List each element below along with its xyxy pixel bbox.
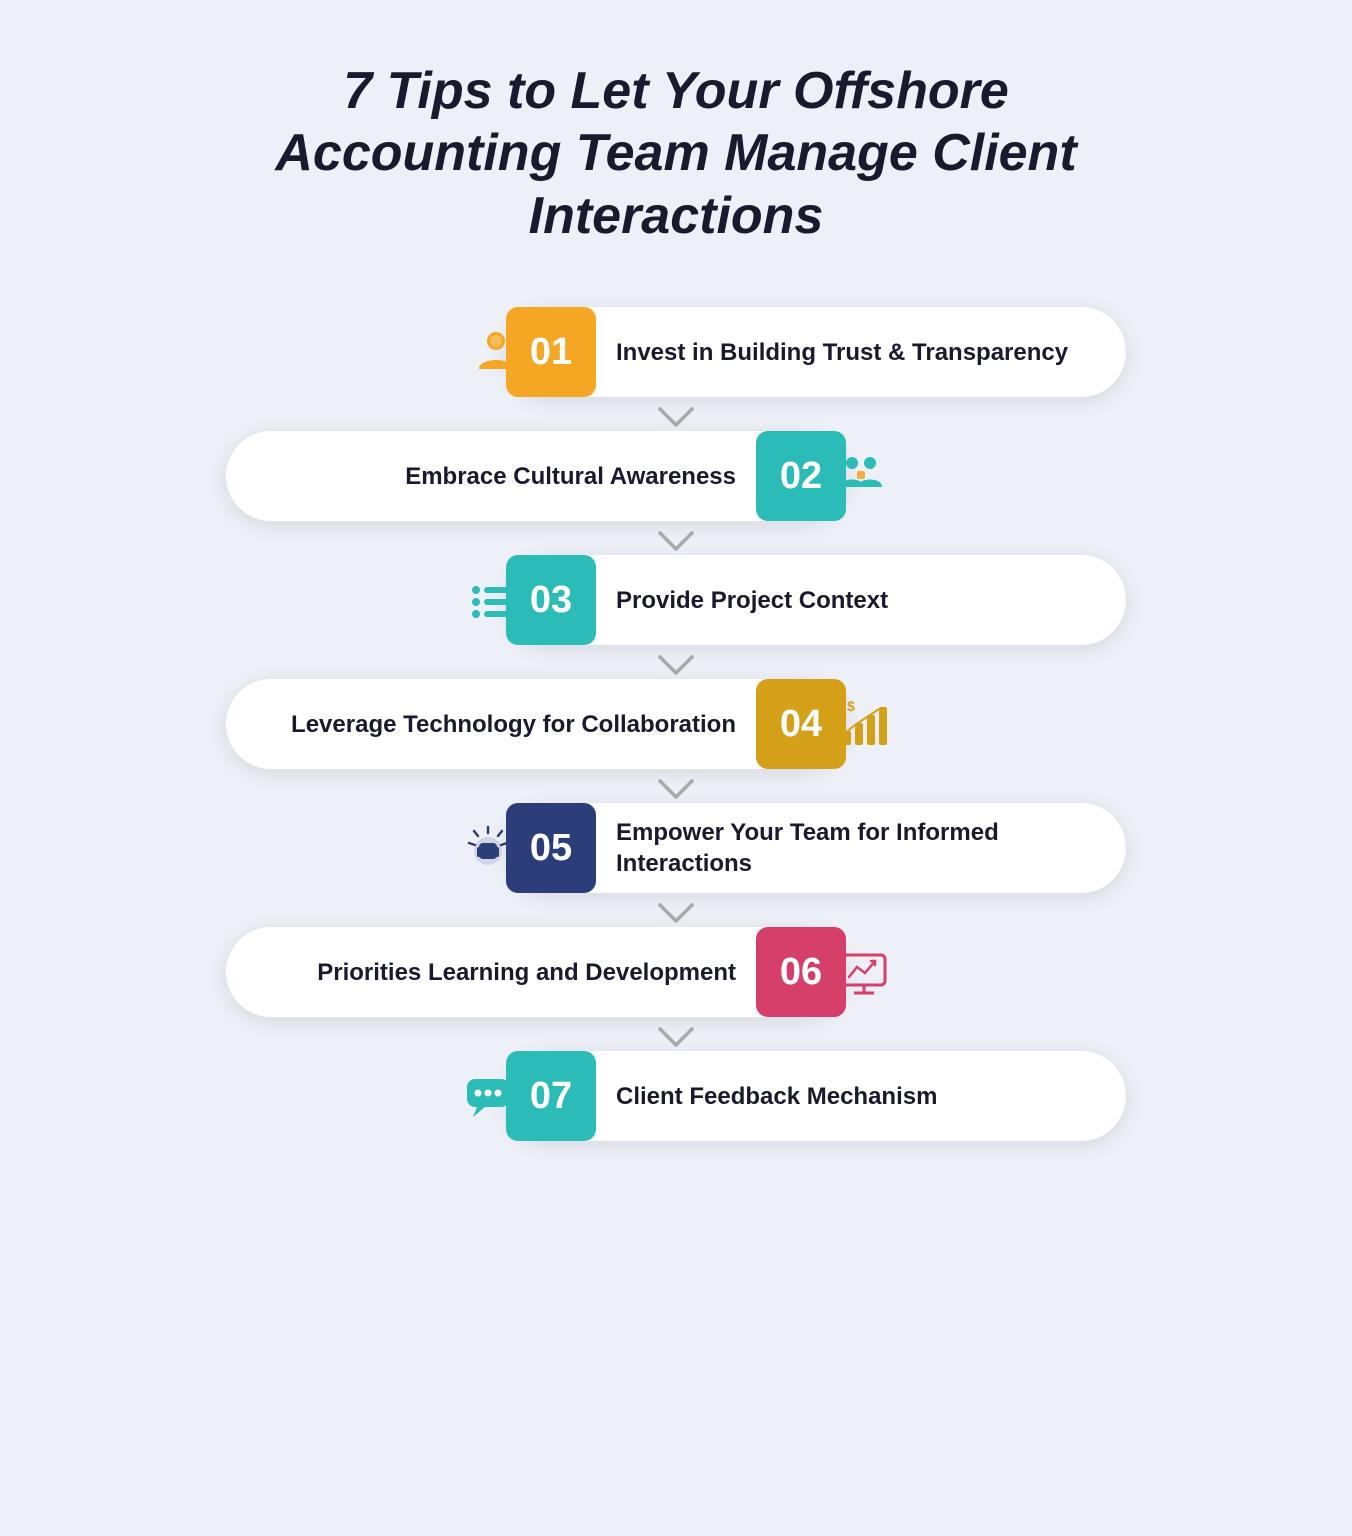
tip-row-4: Leverage Technology for Collaboration 04… [226,679,1126,769]
chevron-5 [658,903,694,925]
tip-number-6: 06 [756,927,846,1017]
tip-number-2: 02 [756,431,846,521]
chevron-4 [658,779,694,801]
tip-number-3: 03 [506,555,596,645]
tip-row-1: 01 Invest in Building Trust & Transparen… [226,307,1126,397]
chevron-1 [658,407,694,429]
tip-row-2: Embrace Cultural Awareness 02 [226,431,1126,521]
tip-text-7: Client Feedback Mechanism [596,1081,1126,1112]
tip-text-6: Priorities Learning and Development [226,957,756,988]
tip-banner-1: 01 Invest in Building Trust & Transparen… [506,307,1126,397]
tip-banner-4: Leverage Technology for Collaboration 04… [226,679,846,769]
svg-text:$: $ [847,699,855,714]
tip-banner-2: Embrace Cultural Awareness 02 [226,431,846,521]
tip-number-5: 05 [506,803,596,893]
tip-banner-6: Priorities Learning and Development 06 [226,927,846,1017]
tip-row-3: 03 Provide Project Context [226,555,1126,645]
tip-banner-5: 05 Empower Your Team for Informed Intera… [506,803,1126,893]
tip-number-7: 07 [506,1051,596,1141]
tip-text-5: Empower Your Team for Informed Interacti… [596,817,1126,879]
tip-banner-7: 07 Client Feedback Mechanism [506,1051,1126,1141]
tip-banner-3: 03 Provide Project Context [506,555,1126,645]
page-title: 7 Tips to Let Your Offshore Accounting T… [246,60,1106,247]
tips-container: 01 Invest in Building Trust & Transparen… [226,307,1126,1149]
tip-text-4: Leverage Technology for Collaboration [226,709,756,740]
tip-text-1: Invest in Building Trust & Transparency [596,337,1126,368]
tip-row-5: 05 Empower Your Team for Informed Intera… [226,803,1126,893]
tip-row-6: Priorities Learning and Development 06 [226,927,1126,1017]
tip-text-2: Embrace Cultural Awareness [226,461,756,492]
chevron-6 [658,1027,694,1049]
tip-number-4: 04 [756,679,846,769]
tip-text-3: Provide Project Context [596,585,1126,616]
tip-number-1: 01 [506,307,596,397]
tip-row-7: 07 Client Feedback Mechanism [226,1051,1126,1141]
chevron-3 [658,655,694,677]
chevron-2 [658,531,694,553]
